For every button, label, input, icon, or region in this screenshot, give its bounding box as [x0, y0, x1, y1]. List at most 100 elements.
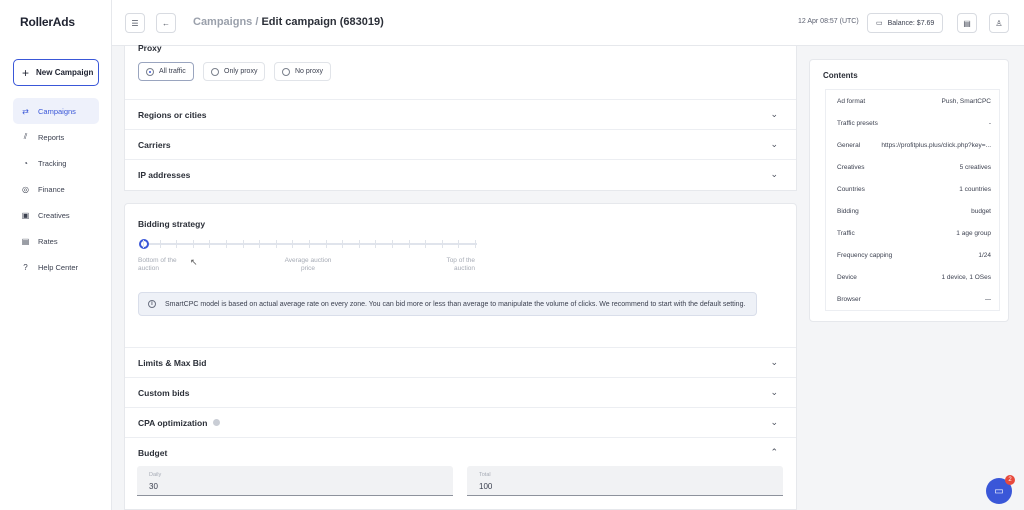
section-limits-max-bid[interactable]: Limits & Max Bid ⌄ [125, 347, 796, 377]
slider-tick [441, 240, 443, 248]
user-icon: ♙ [995, 18, 1003, 28]
targeting-panel: Proxy All traffic Only proxy No proxy Re… [124, 43, 797, 191]
contents-panel: Contents Ad format Push, SmartCPC Traffic… [809, 59, 1009, 322]
sidebar-item-tracking[interactable]: ◔ Tracking [13, 150, 99, 176]
balance-button[interactable]: ▭ Balance: $7.69 [867, 13, 944, 33]
help-tooltip-icon[interactable] [213, 419, 221, 426]
proxy-option-only-proxy[interactable]: Only proxy [203, 62, 266, 81]
proxy-option-all-traffic[interactable]: All traffic [138, 62, 194, 81]
slider-tick [458, 240, 460, 248]
bidding-strategy-title: Bidding strategy [138, 219, 206, 229]
slider-tick [176, 240, 178, 248]
slider-tick [309, 240, 310, 248]
campaigns-icon: ⇄ [22, 106, 29, 116]
radio-icon [282, 67, 290, 76]
slider-tick [242, 240, 244, 248]
slider-tick [475, 240, 476, 248]
profile-button[interactable]: ♙ [989, 13, 1009, 33]
billing-button[interactable]: ▤ [957, 13, 977, 33]
sidebar: RollerAds + New Campaign ⇄ Campaigns ⫽ R… [0, 0, 112, 510]
section-custom-bids[interactable]: Custom bids ⌄ [125, 377, 796, 407]
slider-tick [209, 240, 211, 248]
arrow-left-icon: ← [162, 18, 170, 28]
chevron-down-icon: ⌄ [770, 109, 778, 119]
finance-icon: ◎ [22, 184, 29, 194]
total-budget-field[interactable]: Total 100 [467, 466, 783, 496]
slider-tick [392, 240, 393, 248]
contents-row-ad-format[interactable]: Ad format Push, SmartCPC [826, 90, 999, 112]
section-budget[interactable]: Budget ⌃ [125, 437, 796, 467]
contents-list: Ad format Push, SmartCPC Traffic presets -… [825, 89, 1000, 311]
sidebar-item-help-center[interactable]: ? Help Center [13, 254, 99, 280]
wallet-icon: ▭ [876, 20, 883, 27]
help-icon: ? [23, 262, 28, 272]
slider-tick [358, 240, 360, 248]
chevron-down-icon: ⌄ [770, 417, 778, 427]
chat-icon: ▭ [994, 485, 1004, 497]
proxy-option-no-proxy[interactable]: No proxy [274, 62, 332, 81]
chevron-down-icon: ⌄ [770, 357, 778, 367]
sidebar-item-creatives[interactable]: ▣ Creatives [13, 202, 99, 228]
slider-tick [275, 240, 277, 248]
sidebar-item-rates[interactable]: ▤ Rates [13, 228, 99, 254]
section-ip-addresses[interactable]: IP addresses ⌄ [125, 159, 796, 189]
slider-tick [408, 240, 410, 248]
info-icon: i [148, 300, 156, 308]
chevron-up-icon: ⌃ [770, 447, 778, 457]
tracking-icon: ◔ [23, 158, 28, 168]
slider-tick [342, 240, 344, 248]
sidebar-item-reports[interactable]: ⫽ Reports [13, 124, 99, 150]
current-datetime: 12 Apr 08:57 (UTC) [798, 18, 859, 25]
bidding-info-box: i SmartCPC model is based on actual aver… [138, 292, 757, 316]
contents-row-general[interactable]: General https://profitplus.plus/click.php… [826, 134, 999, 156]
slider-tick [325, 240, 327, 248]
creatives-icon: ▣ [21, 210, 30, 220]
hamburger-icon: ☰ [131, 18, 139, 28]
breadcrumb: Campaigns / Edit campaign (683019) [193, 16, 384, 28]
section-cpa-optimization[interactable]: CPA optimization ⌄ [125, 407, 796, 437]
section-regions-or-cities[interactable]: Regions or cities ⌄ [125, 99, 796, 129]
slider-tick [226, 240, 227, 248]
bid-slider-handle[interactable] [139, 239, 149, 249]
rates-icon: ▤ [21, 236, 30, 246]
slider-tick [425, 240, 427, 248]
chevron-down-icon: ⌄ [770, 139, 778, 149]
contents-title: Contents [823, 71, 858, 80]
reports-icon: ⫽ [23, 132, 28, 141]
new-campaign-button[interactable]: + New Campaign [13, 59, 99, 86]
contents-row-countries[interactable]: Countries 1 countries [826, 178, 999, 200]
menu-toggle-button[interactable]: ☰ [125, 13, 145, 33]
slider-tick [143, 240, 144, 248]
back-button[interactable]: ← [156, 13, 176, 33]
contents-row-traffic-presets[interactable]: Traffic presets - [826, 112, 999, 134]
slider-tick [375, 240, 377, 248]
chat-widget-button[interactable]: ▭ 2 [986, 475, 1015, 504]
slider-label-bottom: Bottom of the auction [138, 257, 177, 272]
top-bar: ☰ ← Campaigns / Edit campaign (683019) 1… [112, 0, 1024, 46]
page-title: Edit campaign (683019) [261, 16, 384, 28]
app-logo[interactable]: RollerAds [20, 15, 75, 29]
sidebar-item-finance[interactable]: ◎ Finance [13, 176, 99, 202]
slider-label-top: Top of the auction [446, 257, 475, 272]
proxy-title: Proxy [138, 43, 162, 53]
section-carriers[interactable]: Carriers ⌄ [125, 129, 796, 159]
sidebar-item-campaigns[interactable]: ⇄ Campaigns [13, 98, 99, 124]
chevron-down-icon: ⌄ [770, 387, 778, 397]
sidebar-nav: ⇄ Campaigns ⫽ Reports ◔ Tracking ◎ Finan… [13, 98, 99, 280]
contents-row-browser[interactable]: Browser — [826, 288, 999, 310]
daily-budget-field[interactable]: Daily 30 [137, 466, 453, 496]
contents-row-creatives[interactable]: Creatives 5 creatives [826, 156, 999, 178]
contents-row-device[interactable]: Device 1 device, 1 OSes [826, 266, 999, 288]
slider-tick [159, 240, 161, 248]
contents-row-bidding[interactable]: Bidding budget [826, 200, 999, 222]
contents-row-frequency-capping[interactable]: Frequency capping 1/24 [826, 244, 999, 266]
plus-icon: + [22, 65, 30, 80]
radio-icon [211, 67, 219, 76]
slider-tick [192, 240, 194, 248]
breadcrumb-parent[interactable]: Campaigns [193, 16, 252, 28]
radio-selected-icon [146, 67, 154, 76]
card-icon: ▤ [963, 18, 971, 28]
slider-tick [292, 240, 294, 248]
slider-label-average: Average auction price [284, 257, 332, 272]
contents-row-traffic[interactable]: Traffic 1 age group [826, 222, 999, 244]
